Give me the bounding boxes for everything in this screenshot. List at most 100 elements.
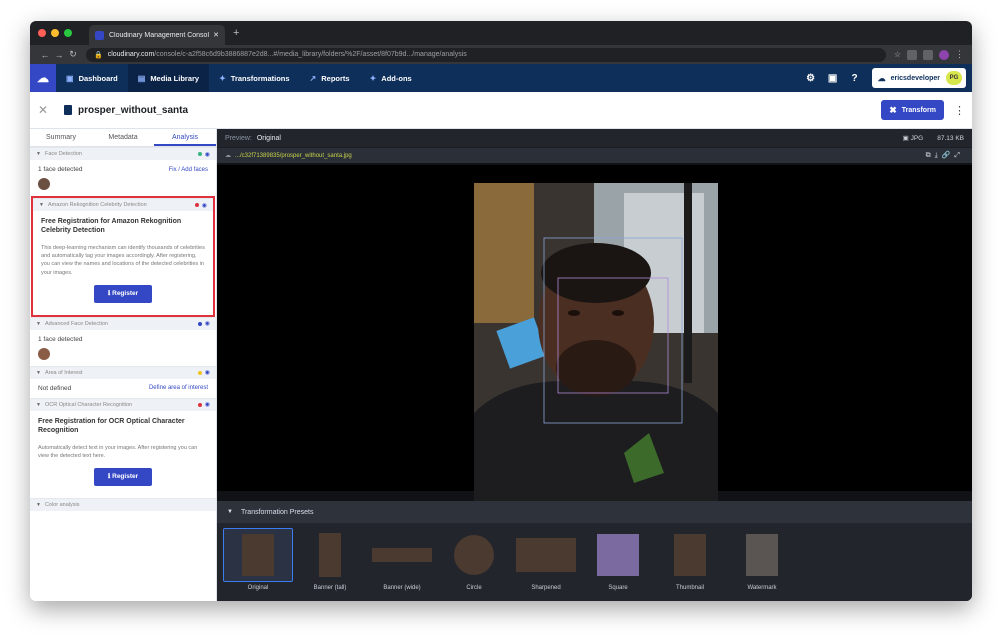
section-header-face-detection[interactable]: ▼ Face Detection ◉: [30, 147, 216, 160]
preview-value[interactable]: Original: [257, 135, 281, 142]
app-navbar: ☁ ▣ Dashboard ▤ Media Library ✦ Transfor…: [30, 64, 972, 92]
section-header-ocr[interactable]: ▼ OCR Optical Character Recognition ◉: [30, 397, 216, 411]
face-count: 1 face detected: [38, 335, 83, 343]
status-dot-icon: [197, 321, 202, 326]
section-title: Amazon Rekognition Celebrity Detection: [47, 202, 147, 208]
tab-analysis[interactable]: Analysis: [154, 129, 216, 146]
format-label: JPG: [910, 135, 924, 142]
tab-title: Cloudinary Management Consol: [109, 31, 209, 39]
cloudinary-logo-icon[interactable]: ☁: [30, 64, 56, 92]
maximize-window-icon[interactable]: [64, 29, 72, 37]
section-title: OCR Optical Character Recognition: [44, 401, 133, 408]
detected-face-thumbnail[interactable]: [38, 347, 50, 360]
profile-avatar[interactable]: [939, 49, 949, 60]
presets-list: Original Banner (tall) Banner (wide) Cir…: [217, 523, 972, 596]
selfie-photo: [474, 183, 718, 507]
preset-original[interactable]: Original: [223, 528, 293, 591]
browser-tab[interactable]: Cloudinary Management Consol ✕: [89, 25, 225, 45]
preset-thumbnail[interactable]: Thumbnail: [655, 528, 725, 591]
section-header-color-analysis[interactable]: ▼ Color analysis: [30, 498, 216, 512]
url-path: /console/c-a2f58c6d9b3886887e2d8...#/med…: [154, 51, 467, 58]
section-title: Color analysis: [44, 502, 80, 509]
close-icon[interactable]: ✕: [38, 103, 58, 117]
eye-icon[interactable]: ◉: [205, 369, 210, 376]
notifications-icon[interactable]: ▣: [822, 73, 844, 84]
preset-label: Watermark: [747, 585, 777, 591]
area-of-interest-body: Not defined Define area of interest: [30, 379, 216, 398]
more-options-icon[interactable]: ⋮: [954, 104, 965, 117]
asset-preview-image[interactable]: [474, 183, 718, 507]
close-tab-icon[interactable]: ✕: [213, 31, 219, 39]
promo-description: This deep-learning mechanism can identif…: [41, 244, 205, 276]
browser-toolbar: ← → ↻ 🔒 cloudinary.com /console/c-a2f58c…: [30, 45, 972, 64]
preview-area: Preview: Original ▣ JPG 87.13 KB ☁ .../c…: [217, 129, 972, 601]
promo-title: Free Registration for Amazon Rekognition…: [41, 218, 182, 235]
eye-icon[interactable]: ◉: [205, 151, 210, 158]
register-label: Register: [112, 289, 139, 297]
register-button[interactable]: ℹ Register: [94, 468, 152, 487]
new-tab-icon[interactable]: +: [233, 27, 239, 39]
preset-label: Banner (tall): [313, 585, 347, 591]
sidebar-tabs: Summary Metadata Analysis: [30, 129, 216, 147]
reload-icon[interactable]: ↻: [66, 49, 80, 60]
eye-icon[interactable]: ◉: [205, 401, 210, 408]
status-dot-icon: [197, 402, 202, 407]
preset-square[interactable]: Square: [583, 528, 653, 591]
preset-sharpened[interactable]: Sharpened: [511, 528, 581, 591]
cloud-icon: ☁: [877, 73, 886, 83]
extension-icon[interactable]: [907, 49, 917, 60]
nav-item-add-ons[interactable]: ✦ Add-ons: [360, 64, 422, 92]
expand-icon[interactable]: ⤢: [954, 152, 964, 159]
settings-gear-icon[interactable]: ⚙: [800, 73, 822, 84]
nav-label: Media Library: [150, 73, 200, 83]
close-window-icon[interactable]: [38, 29, 46, 37]
promo-title: Free Registration for OCR Optical Charac…: [38, 417, 185, 435]
transform-label: Transform: [901, 106, 936, 114]
nav-item-reports[interactable]: ↗ Reports: [300, 64, 360, 92]
asset-path[interactable]: .../c32f71389835/prosper_without_santa.j…: [235, 153, 352, 159]
define-aoi-link[interactable]: Define area of interest: [149, 385, 208, 391]
extension-icon[interactable]: [923, 49, 933, 60]
nav-label: Transformations: [230, 73, 290, 83]
detected-face-thumbnail[interactable]: [38, 178, 50, 190]
download-icon[interactable]: ⤓: [935, 152, 942, 159]
tab-metadata[interactable]: Metadata: [92, 129, 154, 146]
nav-item-transformations[interactable]: ✦ Transformations: [209, 64, 299, 92]
link-icon[interactable]: 🔗: [942, 152, 955, 159]
advanced-face-body: 1 face detected: [30, 330, 216, 366]
eye-icon[interactable]: ◉: [202, 202, 207, 209]
preset-label: Original: [247, 585, 269, 591]
nav-item-dashboard[interactable]: ▣ Dashboard: [56, 64, 128, 92]
transform-button[interactable]: ✖ Transform: [881, 100, 944, 120]
preset-circle[interactable]: Circle: [439, 528, 509, 591]
preset-watermark[interactable]: Watermark: [727, 528, 797, 591]
forward-icon[interactable]: →: [52, 50, 66, 60]
asset-header: ✕ prosper_without_santa ✖ Transform ⋮: [30, 92, 972, 129]
account-menu[interactable]: ☁ ericsdeveloper PG: [871, 68, 966, 88]
browser-menu-icon[interactable]: ⋮: [955, 49, 964, 60]
preset-banner-wide[interactable]: Banner (wide): [367, 528, 437, 591]
transformation-presets: ▼ Transformation Presets Original Banner…: [217, 501, 972, 601]
eye-icon[interactable]: ◉: [205, 320, 210, 327]
presets-header[interactable]: ▼ Transformation Presets: [217, 501, 972, 523]
section-title: Area of Interest: [44, 369, 83, 376]
account-name: ericsdeveloper: [890, 74, 940, 82]
address-bar[interactable]: 🔒 cloudinary.com /console/c-a2f58c6d9b38…: [86, 47, 886, 62]
open-external-icon[interactable]: ⧉: [926, 152, 935, 159]
preset-banner-tall[interactable]: Banner (tall): [295, 528, 365, 591]
bookmark-star-icon[interactable]: ☆: [894, 50, 901, 59]
tab-summary[interactable]: Summary: [30, 129, 92, 146]
nav-item-media-library[interactable]: ▤ Media Library: [127, 64, 210, 92]
minimize-window-icon[interactable]: [51, 29, 59, 37]
help-icon[interactable]: ?: [844, 73, 866, 84]
register-button[interactable]: ℹ Register: [94, 284, 152, 303]
section-header-advanced-face[interactable]: ▼ Advanced Face Detection ◉: [30, 316, 216, 330]
section-header-area-of-interest[interactable]: ▼ Area of Interest ◉: [30, 365, 216, 379]
presets-title: Transformation Presets: [240, 508, 314, 516]
fix-add-faces-link[interactable]: Fix / Add faces: [169, 167, 208, 173]
register-label: Register: [112, 473, 139, 481]
browser-tabbar: Cloudinary Management Consol ✕ +: [30, 21, 972, 45]
section-header-celebrity[interactable]: ▼ Amazon Rekognition Celebrity Detection…: [33, 198, 213, 211]
back-icon[interactable]: ←: [38, 50, 52, 60]
preset-thumbnail: [674, 534, 706, 576]
